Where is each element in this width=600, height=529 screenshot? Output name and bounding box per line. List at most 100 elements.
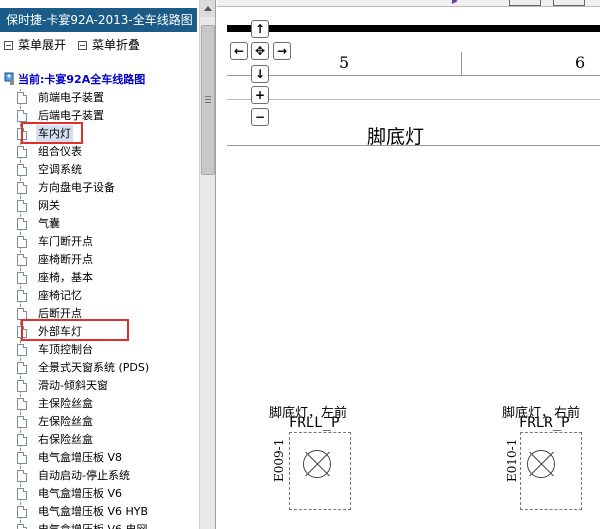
document-icon [17, 236, 27, 248]
tree-item-label: 组合仪表 [38, 145, 82, 158]
tree-item-label: 座椅断开点 [38, 253, 93, 266]
tree-item[interactable]: 气囊 [0, 215, 200, 233]
tree-item[interactable]: 全景式天窗系统 (PDS) [0, 359, 200, 377]
tree-item[interactable]: 前端电子装置 [0, 89, 200, 107]
play-icon[interactable] [452, 0, 462, 4]
tree-item[interactable]: 电气盒增压板 V6 HYB [0, 503, 200, 521]
tree-item-label: 电气盒增压板 V6 HYB [38, 505, 149, 518]
tree-item-label: 滑动-倾斜天窗 [38, 379, 108, 392]
tree-item[interactable]: 网关 [0, 197, 200, 215]
tree-item[interactable]: 电气盒增压板 V6 电网 [0, 521, 200, 529]
document-icon [17, 92, 27, 104]
lamp-icon[interactable] [303, 450, 331, 478]
root-folder-icon [4, 72, 14, 85]
tree-item-label: 空调系统 [38, 163, 82, 176]
tree-item[interactable]: 组合仪表 [0, 143, 200, 161]
document-icon [17, 416, 27, 428]
expand-icon [4, 41, 13, 50]
document-icon [17, 452, 27, 464]
tree-item[interactable]: 左保险丝盒 [0, 413, 200, 431]
document-icon [17, 524, 27, 529]
tree-item[interactable]: 电气盒增压板 V8 [0, 449, 200, 467]
expand-menu-button[interactable]: 菜单展开 [4, 36, 66, 53]
column-number: 6 [575, 53, 586, 72]
tree-root[interactable]: 当前:卡宴92A全车线路图 [4, 71, 145, 89]
document-icon [17, 290, 27, 302]
tree-item-label: 左保险丝盒 [38, 415, 93, 428]
document-icon [17, 470, 27, 482]
toolbar-buttons [509, 0, 600, 6]
diagram-panel: 5 6 脚底灯 ↑ ← ✥ → ↓ + − 脚底灯，左前 FRLL_P E009… [217, 0, 600, 529]
document-icon [17, 434, 27, 446]
document-icon [17, 380, 27, 392]
document-icon [17, 344, 27, 356]
tree-item[interactable]: 电气盒增压板 V6 [0, 485, 200, 503]
component-ref: E009-1 [272, 438, 286, 482]
document-icon [17, 254, 27, 266]
document-icon [17, 200, 27, 212]
tree-item-label: 主保险丝盒 [38, 397, 93, 410]
tree-title: 保时捷-卡宴92A-2013-全车线路图 [0, 8, 197, 32]
document-icon [17, 218, 27, 230]
toolbar-button-2[interactable] [553, 0, 585, 6]
tree-item[interactable]: 车顶控制台 [0, 341, 200, 359]
tree-item-label: 车顶控制台 [38, 343, 93, 356]
pan-right-button[interactable]: → [273, 42, 291, 60]
lamp-icon[interactable] [527, 450, 555, 478]
pan-up-button[interactable]: ↑ [251, 20, 269, 38]
tree-scrollbar[interactable] [199, 0, 215, 529]
tree-item[interactable]: 方向盘电子设备 [0, 179, 200, 197]
tree-panel: 保时捷-卡宴92A-2013-全车线路图 菜单展开 菜单折叠 当前:卡宴92A全… [0, 0, 216, 529]
scroll-up-button[interactable] [200, 0, 215, 17]
component-ref: E010-1 [505, 438, 519, 482]
tree-item-label: 右保险丝盒 [38, 433, 93, 446]
column-number: 5 [339, 53, 350, 72]
highlight-box-interior-lights [21, 122, 83, 144]
document-icon [17, 362, 27, 374]
tree-item-label: 座椅记忆 [38, 289, 82, 302]
scroll-thumb[interactable] [201, 25, 215, 175]
tree-item-label: 方向盘电子设备 [38, 181, 115, 194]
tree-item[interactable]: 滑动-倾斜天窗 [0, 377, 200, 395]
tree-item-label: 车门断开点 [38, 235, 93, 248]
collapse-menu-button[interactable]: 菜单折叠 [78, 36, 140, 53]
frame-top-bar [227, 25, 600, 32]
tree-item[interactable]: 空调系统 [0, 161, 200, 179]
tree-item-label: 气囊 [38, 217, 60, 230]
tree-item-label: 电气盒增压板 V6 电网 [38, 521, 148, 529]
document-icon [17, 110, 27, 122]
tree-item[interactable]: 座椅，基本 [0, 269, 200, 287]
document-icon [17, 488, 27, 500]
document-icon [17, 182, 27, 194]
document-icon [17, 272, 27, 284]
tree-item[interactable]: 座椅断开点 [0, 251, 200, 269]
component-code: FRLR_P [519, 415, 570, 431]
zoom-in-button[interactable]: + [251, 86, 269, 104]
tree-item-label: 电气盒增压板 V8 [38, 451, 123, 464]
pan-center-button[interactable]: ✥ [251, 42, 269, 60]
document-icon [17, 506, 27, 518]
pan-left-button[interactable]: ← [230, 42, 248, 60]
tree-item-label: 前端电子装置 [38, 91, 104, 104]
tree-item-label: 自动启动-停止系统 [38, 469, 130, 482]
tree-item-label: 电气盒增压板 V6 [38, 487, 123, 500]
document-icon [17, 146, 27, 158]
zoom-out-button[interactable]: − [251, 108, 269, 126]
component-code: FRLL_P [289, 415, 340, 431]
highlight-box-exterior-lights [21, 319, 129, 341]
document-icon [17, 398, 27, 410]
tree-item[interactable]: 右保险丝盒 [0, 431, 200, 449]
document-icon [17, 164, 27, 176]
tree-item-label: 座椅，基本 [38, 271, 93, 284]
tree-item-label: 全景式天窗系统 (PDS) [38, 361, 150, 374]
tree-item-label: 网关 [38, 199, 60, 212]
tree-item[interactable]: 主保险丝盒 [0, 395, 200, 413]
tree-item[interactable]: 车门断开点 [0, 233, 200, 251]
tree-item[interactable]: 自动启动-停止系统 [0, 467, 200, 485]
collapse-icon [78, 41, 87, 50]
toolbar-button-1[interactable] [509, 0, 541, 6]
tree-controls: 菜单展开 菜单折叠 [0, 34, 197, 54]
grip-icon [205, 96, 211, 103]
pan-down-button[interactable]: ↓ [251, 65, 269, 83]
tree-item[interactable]: 座椅记忆 [0, 287, 200, 305]
